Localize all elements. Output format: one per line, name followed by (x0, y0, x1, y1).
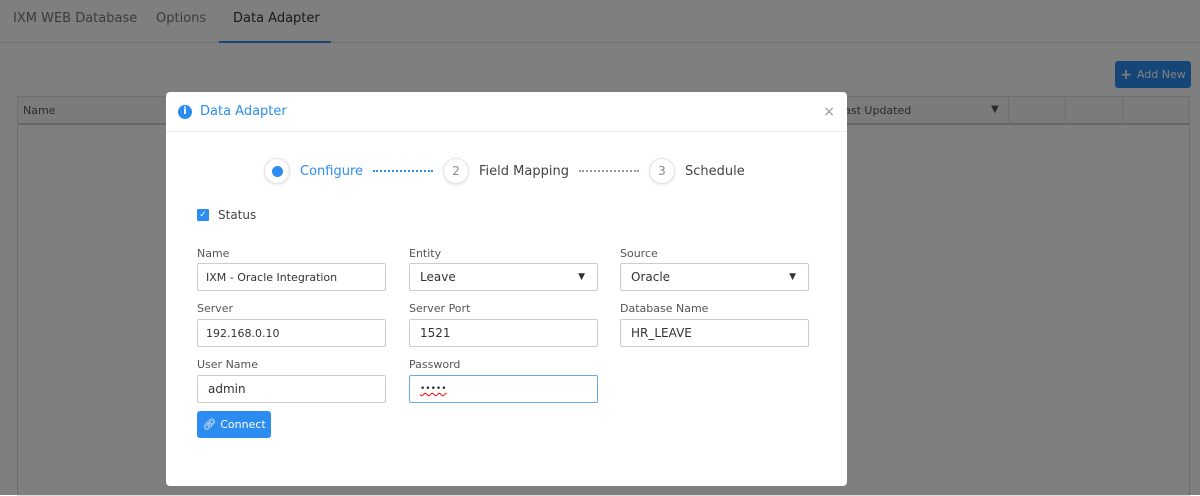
server-label: Server (197, 302, 234, 315)
status-label: Status (218, 208, 257, 222)
stepper: Configure 2 Field Mapping 3 Schedule (264, 158, 745, 184)
step-3-indicator: 3 (648, 158, 675, 184)
modal-header: i Data Adapter (166, 92, 847, 132)
server-port-label: Server Port (409, 302, 471, 315)
name-label: Name (197, 247, 230, 260)
status-checkbox-row[interactable]: ✓ Status (197, 208, 256, 222)
server-port-input[interactable]: 1521 (409, 319, 598, 347)
step-connector (578, 170, 639, 172)
step-2-indicator: 2 (443, 158, 470, 184)
link-icon: 🔗︎ (202, 418, 217, 431)
source-select[interactable]: Oracle ▼ (620, 263, 809, 291)
caret-down-icon: ▼ (789, 272, 796, 282)
source-value: Oracle (631, 270, 671, 284)
server-input[interactable]: 192.168.0.10 (197, 319, 386, 347)
connect-button[interactable]: 🔗︎ Connect (197, 411, 271, 438)
data-adapter-modal: i Data Adapter × Configure 2 Field Mappi… (166, 92, 847, 486)
name-input[interactable]: IXM - Oracle Integration (197, 263, 386, 291)
database-name-input[interactable]: HR_LEAVE (620, 319, 809, 347)
source-label: Source (620, 247, 658, 260)
modal-title: Data Adapter (200, 104, 287, 119)
step-configure[interactable]: Configure (300, 164, 363, 179)
step-1-indicator (264, 158, 290, 184)
entity-label: Entity (409, 247, 442, 260)
user-name-label: User Name (197, 358, 259, 371)
step-field-mapping[interactable]: Field Mapping (479, 164, 569, 179)
connect-label: Connect (220, 418, 266, 431)
caret-down-icon: ▼ (578, 272, 585, 282)
status-checkbox[interactable]: ✓ (197, 209, 209, 221)
step-connector (373, 170, 434, 172)
entity-value: Leave (420, 270, 456, 284)
password-label: Password (409, 358, 461, 371)
entity-select[interactable]: Leave ▼ (409, 263, 598, 291)
info-icon: i (178, 104, 192, 119)
step-schedule[interactable]: Schedule (685, 164, 745, 179)
close-icon[interactable]: × (823, 104, 835, 120)
database-name-label: Database Name (620, 302, 709, 315)
password-value: ••••• (420, 384, 447, 394)
password-input[interactable]: ••••• (409, 375, 598, 403)
user-name-input[interactable]: admin (197, 375, 386, 403)
